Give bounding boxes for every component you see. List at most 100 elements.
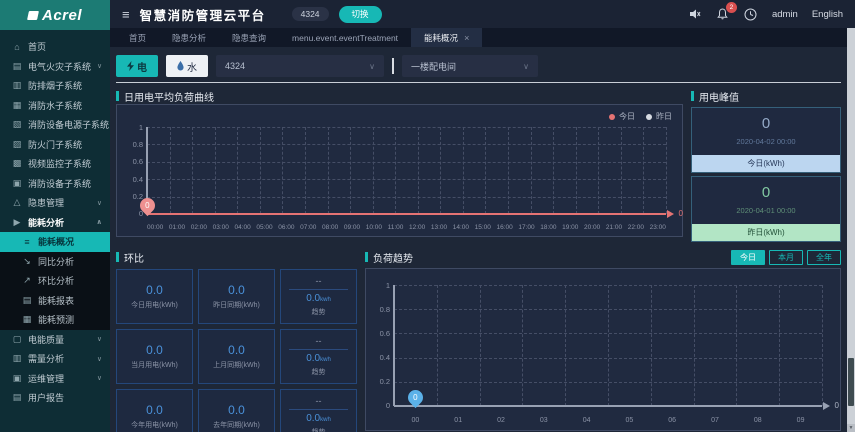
electric-toggle-button[interactable]: 电: [116, 55, 158, 77]
door-icon: ▨: [12, 138, 22, 149]
row-ring-trend: 环比 0.0 今日用电(kWh) 0.0 昨日同期(kWh) -- 0.0kwh…: [116, 249, 841, 432]
language-switcher[interactable]: English: [812, 9, 843, 20]
chevron-down-icon: ∨: [96, 199, 102, 207]
section-title-peak: 用电峰值: [691, 88, 841, 104]
legend-yesterday[interactable]: 昨日: [646, 111, 672, 122]
sidebar-item-mom-analysis[interactable]: ↗ 环比分析: [0, 271, 110, 291]
sidebar-item-energy-overview[interactable]: ≡ 能耗概况: [0, 232, 110, 252]
sidebar-item-label: 防排烟子系统: [28, 81, 83, 92]
ring-card: 0.0 今日用电(kWh): [116, 269, 193, 324]
range-today-button[interactable]: 今日: [731, 249, 765, 265]
axis-arrow-icon: [823, 402, 830, 410]
clock-icon[interactable]: [744, 7, 758, 21]
water-label: 水: [187, 62, 197, 74]
trend-divider: [289, 409, 348, 410]
trend-top-value: --: [315, 336, 322, 346]
sidebar-item-user-report[interactable]: ▤ 用户报告: [0, 388, 110, 408]
sidebar-item-ops[interactable]: ▣ 运维管理 ∨: [0, 369, 110, 389]
tab-home[interactable]: 首页: [116, 28, 159, 47]
peak-card-today: 0 2020-04-02 00:00 今日(kWh): [691, 107, 841, 173]
legend-today[interactable]: 今日: [609, 111, 635, 122]
chevron-down-icon: ∨: [97, 63, 103, 71]
device-select[interactable]: 4324 ∨: [216, 55, 384, 77]
sidebar-item-electric-fire[interactable]: ▤ 电气火灾子系统 ∨: [0, 57, 110, 77]
load-trend-chart[interactable]: 1 0.8 0.6 0.4 0.2 0 0 0 00 01 02 03 04 05 06 07 08 09: [365, 268, 841, 431]
x-tick: 12:00: [409, 224, 426, 231]
sidebar-item-demand[interactable]: ▥ 需量分析 ∨: [0, 349, 110, 369]
title-accent-bar: [691, 91, 694, 101]
axis-arrow-icon: [667, 210, 674, 218]
sidebar-item-label: 能耗概况: [38, 237, 75, 248]
trend-value: 0.0kwh: [306, 353, 331, 364]
scrollbar-down-button[interactable]: ▼: [847, 424, 855, 432]
sidebar-item-video[interactable]: ▩ 视频监控子系统: [0, 154, 110, 174]
sidebar-item-power-quality[interactable]: ▢ 电能质量 ∨: [0, 330, 110, 350]
ring-label: 去年同期(kWh): [213, 422, 260, 429]
y-axis-ticks: 1 0.8 0.6 0.4 0.2 0: [379, 280, 390, 411]
sidebar-item-energy[interactable]: ▶ 能耗分析 ∧: [0, 213, 110, 233]
tab-event-treatment[interactable]: menu.event.eventTreatment: [279, 28, 411, 47]
bell-icon[interactable]: 2: [716, 2, 737, 21]
x-tick: 06: [668, 417, 677, 424]
ring-comparison-section: 环比 0.0 今日用电(kWh) 0.0 昨日同期(kWh) -- 0.0kwh…: [116, 249, 357, 432]
hamburger-icon[interactable]: ≡: [122, 7, 130, 22]
sidebar-item-fire-water[interactable]: ▦ 消防水子系统: [0, 96, 110, 116]
ring-label: 昨日同期(kWh): [213, 302, 260, 309]
axis-end-value: 0: [834, 401, 839, 410]
sidebar-item-label: 消防设备电源子系统: [28, 120, 110, 131]
sidebar-item-label: 用户报告: [28, 393, 65, 404]
header-actions: 2 admin English: [688, 2, 843, 21]
grid-lines: [147, 127, 667, 215]
x-tick: 00:00: [147, 224, 164, 231]
scrollbar-thumb[interactable]: [848, 358, 854, 406]
sidebar-item-energy-report[interactable]: ▤ 能耗报表: [0, 291, 110, 311]
device-select-value: 4324: [225, 61, 246, 71]
brand-name: Acrel: [41, 6, 83, 24]
sidebar-item-fire-door[interactable]: ▨ 防火门子系统: [0, 135, 110, 155]
tab-label: 能耗概况: [424, 32, 459, 43]
ring-label: 趋势: [312, 427, 326, 432]
x-tick: 15:00: [474, 224, 491, 231]
close-icon[interactable]: ×: [464, 33, 469, 43]
chevron-down-icon: ∨: [523, 61, 529, 71]
chart-legend: 今日 昨日: [609, 111, 672, 122]
daily-load-curve-chart[interactable]: 今日 昨日 1 0.8 0.6 0.4 0.2 0 0 0 00:00 01:0…: [116, 104, 683, 237]
trend-divider: [289, 289, 348, 290]
hazard-icon: △: [13, 197, 21, 208]
room-select[interactable]: 一楼配电间 ∨: [402, 55, 538, 77]
sidebar-item-smoke[interactable]: ▥ 防排烟子系统: [0, 76, 110, 96]
tab-hazard-analysis[interactable]: 隐患分析: [159, 28, 219, 47]
filter-divider: [392, 58, 394, 74]
sidebar-item-home[interactable]: ⌂ 首页: [0, 37, 110, 57]
range-month-button[interactable]: 本月: [769, 249, 803, 265]
sidebar: Acrel ⌂ 首页 ▤ 电气火灾子系统 ∨ ▥ 防排烟子系统 ▦ 消防水子系统…: [0, 0, 110, 432]
tab-energy-overview[interactable]: 能耗概况 ×: [411, 28, 483, 47]
ring-value: 0.0: [228, 343, 245, 357]
sidebar-item-hazard[interactable]: △ 隐患管理 ∨: [0, 193, 110, 213]
x-tick: 11:00: [387, 224, 404, 231]
sidebar-item-yoy-analysis[interactable]: ↘ 同比分析: [0, 252, 110, 272]
title-accent-bar: [116, 91, 119, 101]
sidebar-item-energy-forecast[interactable]: ▦ 能耗预测: [0, 310, 110, 330]
switch-button[interactable]: 切换: [338, 5, 382, 23]
sidebar-item-label: 消防水子系统: [28, 100, 83, 111]
demand-icon: ▥: [12, 353, 22, 364]
ring-card: 0.0 今年用电(kWh): [116, 389, 193, 432]
ring-value: 0.0: [146, 343, 163, 357]
x-tick: 02: [497, 417, 505, 424]
ring-card: 0.0 上月同期(kWh): [198, 329, 275, 384]
tab-label: 首页: [129, 32, 147, 43]
water-toggle-button[interactable]: 水: [166, 55, 208, 77]
tab-hazard-query[interactable]: 隐患查询: [219, 28, 279, 47]
scrollbar-track[interactable]: ▼: [847, 28, 855, 432]
peak-value: 0: [761, 184, 771, 201]
section-title-ring: 环比: [116, 249, 357, 265]
username[interactable]: admin: [772, 9, 798, 20]
mute-icon[interactable]: [688, 7, 702, 21]
range-year-button[interactable]: 全年: [807, 249, 841, 265]
sidebar-item-power[interactable]: ▧ 消防设备电源子系统: [0, 115, 110, 135]
section-title-text: 日用电平均负荷曲线: [124, 92, 214, 104]
plot-area: 0 0: [393, 285, 839, 410]
sidebar-item-fire-device[interactable]: ▣ 消防设备子系统: [0, 174, 110, 194]
peak-date: 2020-04-02 00:00: [736, 137, 796, 146]
